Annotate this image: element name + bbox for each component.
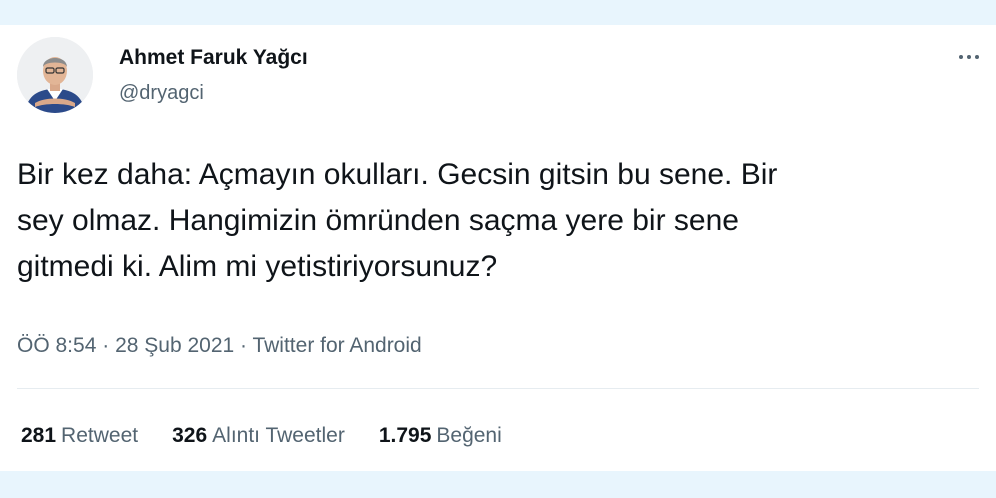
likes-stat[interactable]: 1.795 Beğeni bbox=[379, 424, 502, 448]
tweet-text-line: sey olmaz. Hangimizin ömründen saçma yer… bbox=[17, 204, 739, 237]
more-options-button[interactable] bbox=[954, 45, 984, 69]
tweet-date[interactable]: 28 Şub 2021 bbox=[115, 334, 234, 357]
tweet-meta: ÖÖ 8:54 · 28 Şub 2021 · Twitter for Andr… bbox=[17, 334, 422, 358]
quotes-count: 326 bbox=[172, 424, 208, 447]
quotes-stat[interactable]: 326 Alıntı Tweetler bbox=[172, 424, 345, 448]
more-horizontal-icon bbox=[959, 55, 963, 59]
likes-count: 1.795 bbox=[378, 424, 432, 447]
tweet-stats: 281 Retweet 326 Alıntı Tweetler 1.795 Beğen… bbox=[21, 424, 502, 448]
more-horizontal-icon-dot bbox=[975, 55, 979, 59]
tweet-source[interactable]: Twitter for Android bbox=[252, 334, 421, 357]
tweet-text-line: gitmedi ki. Alim mi yetistiriyorsunuz? bbox=[17, 250, 498, 283]
author-handle[interactable]: @dryagci bbox=[119, 82, 204, 105]
tweet-text: Bir kez daha: Açmayın okulları. Gecsin g… bbox=[17, 152, 977, 290]
likes-label: Beğeni bbox=[436, 424, 502, 447]
retweets-count: 281 bbox=[21, 424, 57, 447]
avatar[interactable] bbox=[17, 37, 93, 113]
retweets-stat[interactable]: 281 Retweet bbox=[21, 424, 138, 448]
more-horizontal-icon-dot bbox=[967, 55, 971, 59]
tweet-card: Ahmet Faruk Yağcı @dryagci Bir kez daha:… bbox=[0, 25, 996, 471]
author-name[interactable]: Ahmet Faruk Yağcı bbox=[119, 46, 308, 70]
quotes-label: Alıntı Tweetler bbox=[212, 424, 345, 447]
tweet-time[interactable]: ÖÖ 8:54 bbox=[17, 334, 96, 357]
tweet-text-line: Bir kez daha: Açmayın okulları. Gecsin g… bbox=[17, 158, 778, 191]
retweets-label: Retweet bbox=[61, 424, 139, 447]
meta-separator: · bbox=[102, 334, 116, 357]
divider bbox=[17, 388, 979, 389]
meta-separator: · bbox=[240, 334, 253, 357]
avatar-image bbox=[17, 37, 93, 113]
